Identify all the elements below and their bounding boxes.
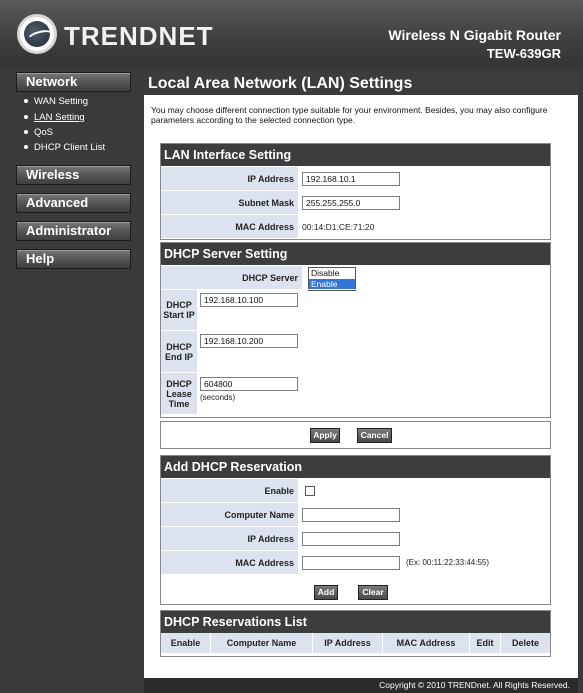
nav-item-lan-setting[interactable]: LAN Setting [24, 112, 85, 123]
nav-item-dhcp-client-list[interactable]: DHCP Client List [24, 142, 105, 153]
lan-ip-row: IP Address 192.168.10.1 [161, 166, 550, 190]
reservation-enable-row: Enable [161, 478, 550, 502]
reservation-enable-label: Enable [161, 479, 298, 502]
copyright-footer: Copyright © 2010 TRENDnet. All Rights Re… [144, 678, 578, 693]
bullet-icon [24, 130, 28, 135]
brand-name: TRENDNET [64, 21, 214, 51]
mac-example-hint: (Ex: 00:11:22:33:44:55) [406, 558, 490, 567]
dhcp-end-row: DHCP End IP 192.168.10.200 [161, 330, 550, 372]
col-delete: Delete [511, 638, 539, 648]
add-reservation-section: Add DHCP Reservation Enable Computer Nam… [160, 455, 551, 605]
lan-interface-section: LAN Interface Setting IP Address 192.168… [160, 143, 551, 240]
section-title: DHCP Server Setting [161, 243, 550, 265]
col-enable: Enable [161, 633, 211, 653]
bullet-icon [24, 99, 28, 104]
computer-name-label: Computer Name [161, 503, 298, 526]
product-name: Wireless N Gigabit Router [388, 27, 561, 43]
reservation-enable-checkbox[interactable] [305, 485, 315, 496]
nav-administrator[interactable]: Administrator [16, 221, 131, 241]
router-admin-window: TRENDNET Wireless N Gigabit Router TEW-6… [0, 0, 583, 693]
clear-button[interactable]: Clear [358, 585, 388, 600]
nav-advanced[interactable]: Advanced [16, 193, 131, 213]
sidebar: Network WAN Setting LAN Setting QoS DHCP… [0, 68, 143, 678]
subnet-mask-row: Subnet Mask 255.255.255.0 [161, 190, 550, 214]
subnet-mask-label: Subnet Mask [161, 191, 298, 214]
bullet-icon [24, 115, 28, 120]
bullet-icon [24, 145, 28, 150]
nav-item-qos[interactable]: QoS [24, 127, 53, 138]
cancel-button[interactable]: Cancel [357, 428, 392, 443]
dhcp-server-select[interactable]: Disable Enable [308, 267, 356, 291]
subnet-mask-input[interactable]: 255.255.255.0 [302, 195, 400, 210]
dhcp-server-label: DHCP Server [161, 266, 302, 289]
reservation-ip-input[interactable] [302, 531, 400, 546]
dhcp-start-row: DHCP Start IP 192.168.10.100 [161, 289, 550, 330]
reservation-mac-row: MAC Address (Ex: 00:11:22:33:44:55) [161, 550, 550, 574]
reservation-mac-input[interactable] [302, 555, 400, 570]
apply-button[interactable]: Apply [310, 428, 340, 443]
dhcp-lease-row: DHCP Lease Time 604800 (seconds) [161, 372, 550, 414]
section-title: DHCP Reservations List [161, 611, 550, 633]
nav-wireless[interactable]: Wireless [16, 165, 131, 185]
col-mac-address: MAC Address [383, 633, 470, 653]
reservation-ip-label: IP Address [161, 527, 298, 550]
option-disable[interactable]: Disable [309, 268, 355, 279]
nav-item-wan-setting[interactable]: WAN Setting [24, 96, 88, 107]
nav-help[interactable]: Help [16, 249, 131, 269]
col-ip-address: IP Address [313, 633, 383, 653]
nav-network[interactable]: Network [16, 72, 131, 92]
col-edit: Edit [470, 633, 501, 653]
lan-ip-input[interactable]: 192.168.10.1 [302, 171, 400, 186]
page-title: Local Area Network (LAN) Settings [144, 73, 578, 95]
lan-ip-label: IP Address [161, 167, 298, 190]
action-bar: Apply Cancel [160, 421, 551, 449]
dhcp-start-label: DHCP Start IP [161, 290, 197, 330]
dhcp-lease-label: DHCP Lease Time [161, 373, 197, 414]
trendnet-logo-icon [17, 14, 57, 54]
reservations-table-header: Enable Computer Name IP Address MAC Addr… [161, 633, 550, 653]
dhcp-server-section: DHCP Server Setting DHCP Server Disable … [160, 242, 551, 418]
reservation-mac-label: MAC Address [161, 551, 298, 574]
header-bar: TRENDNET Wireless N Gigabit Router TEW-6… [0, 0, 583, 68]
main-content: Local Area Network (LAN) Settings You ma… [144, 73, 578, 678]
section-title: LAN Interface Setting [161, 144, 550, 166]
dhcp-end-label: DHCP End IP [161, 331, 197, 372]
computer-name-input[interactable] [302, 507, 400, 522]
add-button[interactable]: Add [314, 585, 338, 600]
lease-unit: (seconds) [200, 393, 236, 402]
reservation-ip-row: IP Address [161, 526, 550, 550]
col-computer-name: Computer Name [211, 633, 313, 653]
model-number: TEW-639GR [486, 46, 561, 61]
dhcp-end-input[interactable]: 192.168.10.200 [200, 334, 298, 348]
reservations-list-section: DHCP Reservations List Enable Computer N… [160, 610, 551, 657]
dhcp-start-input[interactable]: 192.168.10.100 [200, 293, 298, 307]
mac-address-label: MAC Address [161, 215, 298, 238]
dhcp-lease-input[interactable]: 604800 [200, 377, 298, 391]
mac-address-value: 00:14:D1:CE:71:20 [302, 221, 375, 232]
computer-name-row: Computer Name [161, 502, 550, 526]
section-title: Add DHCP Reservation [161, 456, 550, 478]
mac-address-row: MAC Address 00:14:D1:CE:71:20 [161, 214, 550, 238]
